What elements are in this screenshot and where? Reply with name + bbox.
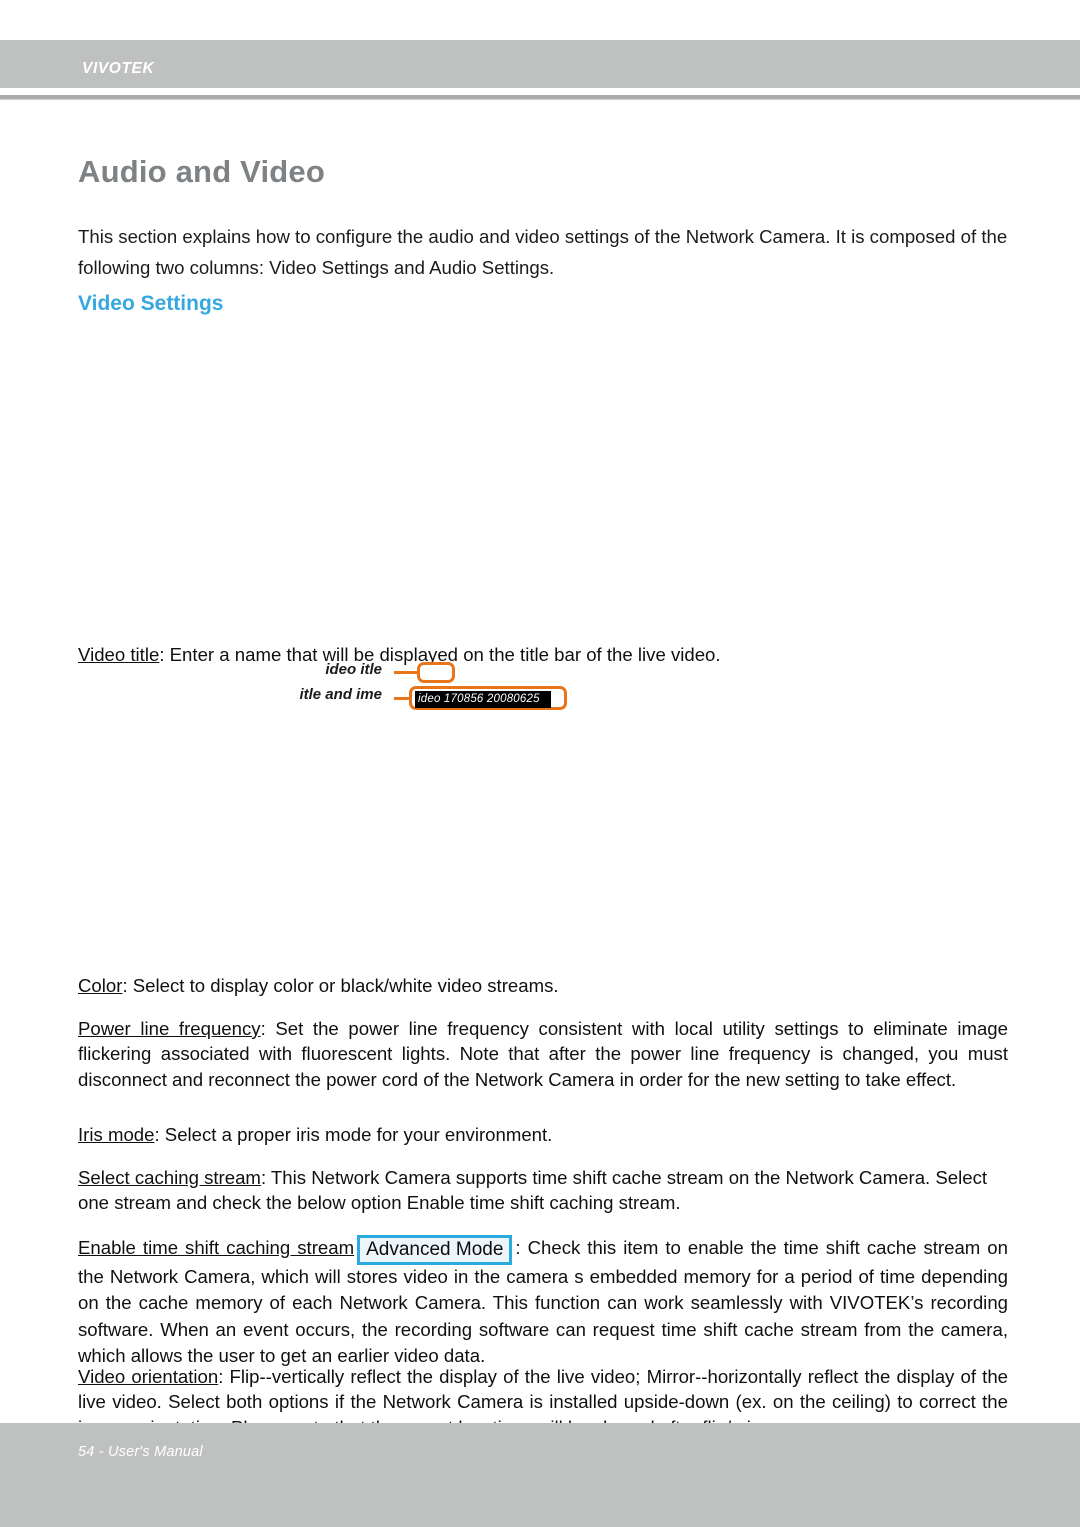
- term-enable-time-shift-caching-stream: Enable time shift caching stream: [78, 1236, 355, 1258]
- intro-paragraph: This section explains how to configure t…: [78, 225, 1008, 278]
- callout-label-title-and-time: itle and ime: [299, 686, 382, 703]
- section-heading-video-settings: Video Settings: [78, 292, 224, 316]
- term-video-orientation: Video orientation: [78, 1365, 219, 1387]
- page-footer-band: [0, 1423, 1080, 1527]
- paragraph-color: Color: Select to display color or black/…: [78, 973, 1008, 999]
- video-title-callout-figure: ideo itle itle and ime ideo 170856 20080…: [262, 655, 592, 717]
- paragraph-select-caching-stream: Select caching stream: This Network Came…: [78, 1165, 1008, 1216]
- advanced-mode-badge: Advanced Mode: [357, 1234, 513, 1265]
- term-color: Color: [78, 974, 123, 996]
- paragraph-power-line-frequency: Power line frequency: Set the power line…: [78, 1016, 1008, 1093]
- page-header-band: [0, 40, 1080, 88]
- osd-title-bar: ideo 170856 20080625: [415, 691, 551, 708]
- footer-page-label: 54 - User's Manual: [78, 1444, 203, 1460]
- callout-label-video-title: ideo itle: [325, 661, 382, 678]
- header-divider-thin: [0, 99, 1080, 100]
- brand-logo-text: VIVOTEK: [82, 60, 155, 77]
- page-title: Audio and Video: [78, 153, 325, 189]
- term-select-caching-stream: Select caching stream: [78, 1166, 261, 1188]
- term-power-line-frequency: Power line frequency: [78, 1017, 261, 1039]
- term-video-title: Video title: [78, 643, 160, 665]
- callout-highlight-osd-preview: ideo 170856 20080625: [409, 686, 567, 710]
- paragraph-iris-mode: Iris mode: Select a proper iris mode for…: [78, 1122, 1008, 1148]
- paragraph-enable-time-shift-caching-stream: Enable time shift caching stream Advanced…: [78, 1234, 1008, 1370]
- term-iris-mode: Iris mode: [78, 1123, 155, 1145]
- body-color: : Select to display color or black/white…: [122, 974, 559, 996]
- body-iris-mode: : Select a proper iris mode for your env…: [154, 1123, 553, 1145]
- osd-title-text: ideo 170856 20080625: [418, 693, 540, 705]
- callout-highlight-checkbox: [417, 662, 455, 683]
